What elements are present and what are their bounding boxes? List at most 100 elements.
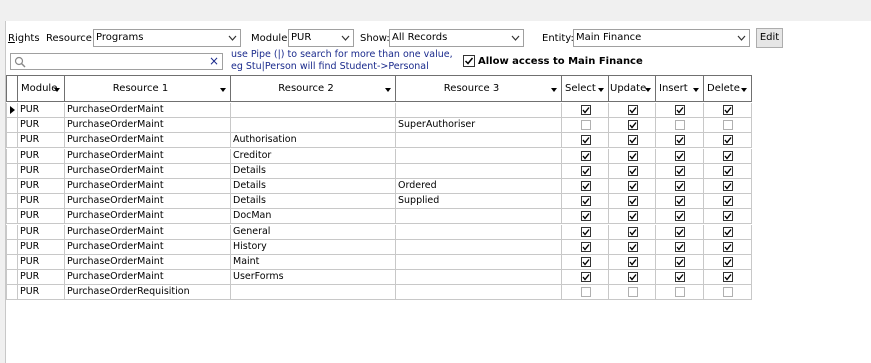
cell-resource2[interactable] <box>231 118 396 134</box>
select-checkbox[interactable] <box>581 257 591 267</box>
column-header-select[interactable]: Select <box>562 75 609 102</box>
select-checkbox[interactable] <box>581 287 591 298</box>
select-checkbox[interactable] <box>581 135 591 146</box>
table-row[interactable]: PUR PurchaseOrderMaint DocMan <box>6 209 752 225</box>
select-checkbox[interactable] <box>581 150 591 161</box>
cell-module[interactable]: PUR <box>18 194 65 210</box>
cell-resource2[interactable]: Maint <box>231 255 396 270</box>
allow-access-label[interactable]: Allow access to Main Finance <box>478 56 643 68</box>
insert-checkbox[interactable] <box>675 257 685 267</box>
select-checkbox[interactable] <box>581 272 591 283</box>
entity-select[interactable]: Main Finance <box>573 29 750 47</box>
cell-module[interactable]: PUR <box>18 133 65 149</box>
module-select[interactable]: PUR <box>288 29 354 47</box>
cell-resource1[interactable]: PurchaseOrderMaint <box>65 103 231 118</box>
update-checkbox[interactable] <box>628 120 638 131</box>
cell-resource2[interactable]: Authorisation <box>231 133 396 149</box>
update-checkbox[interactable] <box>628 105 638 115</box>
update-checkbox[interactable] <box>628 135 638 146</box>
insert-checkbox[interactable] <box>675 211 685 222</box>
delete-checkbox[interactable] <box>723 196 733 207</box>
cell-resource2[interactable]: DocMan <box>231 209 396 225</box>
row-selector[interactable] <box>6 148 18 164</box>
row-selector[interactable] <box>6 194 18 210</box>
table-row[interactable]: PUR PurchaseOrderMaint SuperAuthoriser <box>6 118 752 134</box>
cell-resource3[interactable] <box>396 148 562 164</box>
update-checkbox[interactable] <box>628 181 638 191</box>
delete-checkbox[interactable] <box>723 181 733 191</box>
cell-resource2[interactable]: UserForms <box>231 270 396 286</box>
chevron-down-icon[interactable] <box>220 88 226 92</box>
cell-resource3[interactable] <box>396 285 562 301</box>
cell-module[interactable]: PUR <box>18 103 65 118</box>
row-selector[interactable] <box>6 239 18 255</box>
select-checkbox[interactable] <box>581 165 591 176</box>
update-checkbox[interactable] <box>628 150 638 161</box>
cell-module[interactable]: PUR <box>18 239 65 255</box>
delete-checkbox[interactable] <box>723 150 733 161</box>
chevron-down-icon[interactable] <box>693 88 699 92</box>
update-checkbox[interactable] <box>628 272 638 283</box>
column-header-resource-1[interactable]: Resource 1 <box>65 75 231 102</box>
cell-resource2[interactable]: History <box>231 239 396 255</box>
chevron-down-icon[interactable] <box>598 88 604 92</box>
cell-resource1[interactable]: PurchaseOrderMaint <box>65 163 231 179</box>
column-header-delete[interactable]: Delete <box>704 75 752 102</box>
table-row[interactable]: PUR PurchaseOrderMaint Details Ordered <box>6 179 752 194</box>
delete-checkbox[interactable] <box>723 165 733 176</box>
row-selector[interactable] <box>6 285 18 301</box>
cell-resource2[interactable]: Details <box>231 179 396 194</box>
cell-resource2[interactable]: Details <box>231 194 396 210</box>
cell-resource1[interactable]: PurchaseOrderMaint <box>65 270 231 286</box>
cell-module[interactable]: PUR <box>18 209 65 225</box>
column-header-module[interactable]: Module <box>18 75 65 102</box>
cell-resource1[interactable]: PurchaseOrderMaint <box>65 209 231 225</box>
select-checkbox[interactable] <box>581 120 591 131</box>
select-checkbox[interactable] <box>581 211 591 222</box>
resource-select[interactable]: Programs <box>93 29 241 47</box>
table-row[interactable]: PUR PurchaseOrderMaint General <box>6 224 752 240</box>
insert-checkbox[interactable] <box>675 287 685 298</box>
cell-resource2[interactable]: General <box>231 224 396 240</box>
select-checkbox[interactable] <box>581 196 591 207</box>
row-selector[interactable] <box>6 209 18 225</box>
cell-resource1[interactable]: PurchaseOrderMaint <box>65 255 231 270</box>
table-row[interactable]: PUR PurchaseOrderMaint Details Supplied <box>6 194 752 210</box>
cell-resource1[interactable]: PurchaseOrderMaint <box>65 148 231 164</box>
cell-resource1[interactable]: PurchaseOrderRequisition <box>65 285 231 301</box>
select-checkbox[interactable] <box>581 105 591 115</box>
cell-module[interactable]: PUR <box>18 224 65 240</box>
delete-checkbox[interactable] <box>723 287 733 298</box>
column-header-resource-3[interactable]: Resource 3 <box>396 75 562 102</box>
column-header-insert[interactable]: Insert <box>656 75 704 102</box>
cell-resource1[interactable]: PurchaseOrderMaint <box>65 224 231 240</box>
table-row[interactable]: PUR PurchaseOrderMaint Maint <box>6 255 752 270</box>
cell-module[interactable]: PUR <box>18 163 65 179</box>
update-checkbox[interactable] <box>628 241 638 252</box>
table-row[interactable]: PUR PurchaseOrderMaint History <box>6 239 752 255</box>
chevron-down-icon[interactable] <box>741 88 747 92</box>
table-row[interactable]: PUR PurchaseOrderMaint Creditor <box>6 148 752 164</box>
cell-resource2[interactable] <box>231 103 396 118</box>
delete-checkbox[interactable] <box>723 241 733 252</box>
cell-module[interactable]: PUR <box>18 255 65 270</box>
row-selector[interactable] <box>6 270 18 286</box>
cell-resource2[interactable]: Details <box>231 163 396 179</box>
insert-checkbox[interactable] <box>675 120 685 131</box>
close-icon[interactable]: × <box>209 54 219 68</box>
insert-checkbox[interactable] <box>675 241 685 252</box>
update-checkbox[interactable] <box>628 165 638 176</box>
insert-checkbox[interactable] <box>675 196 685 207</box>
cell-resource3[interactable]: SuperAuthoriser <box>396 118 562 134</box>
insert-checkbox[interactable] <box>675 105 685 115</box>
delete-checkbox[interactable] <box>723 135 733 146</box>
cell-resource1[interactable]: PurchaseOrderMaint <box>65 194 231 210</box>
update-checkbox[interactable] <box>628 211 638 222</box>
chevron-down-icon[interactable] <box>551 88 557 92</box>
cell-module[interactable]: PUR <box>18 148 65 164</box>
cell-resource3[interactable] <box>396 270 562 286</box>
insert-checkbox[interactable] <box>675 135 685 146</box>
table-row[interactable]: PUR PurchaseOrderMaint <box>6 103 752 118</box>
column-header-resource-2[interactable]: Resource 2 <box>231 75 396 102</box>
edit-button[interactable]: Edit <box>756 28 783 48</box>
